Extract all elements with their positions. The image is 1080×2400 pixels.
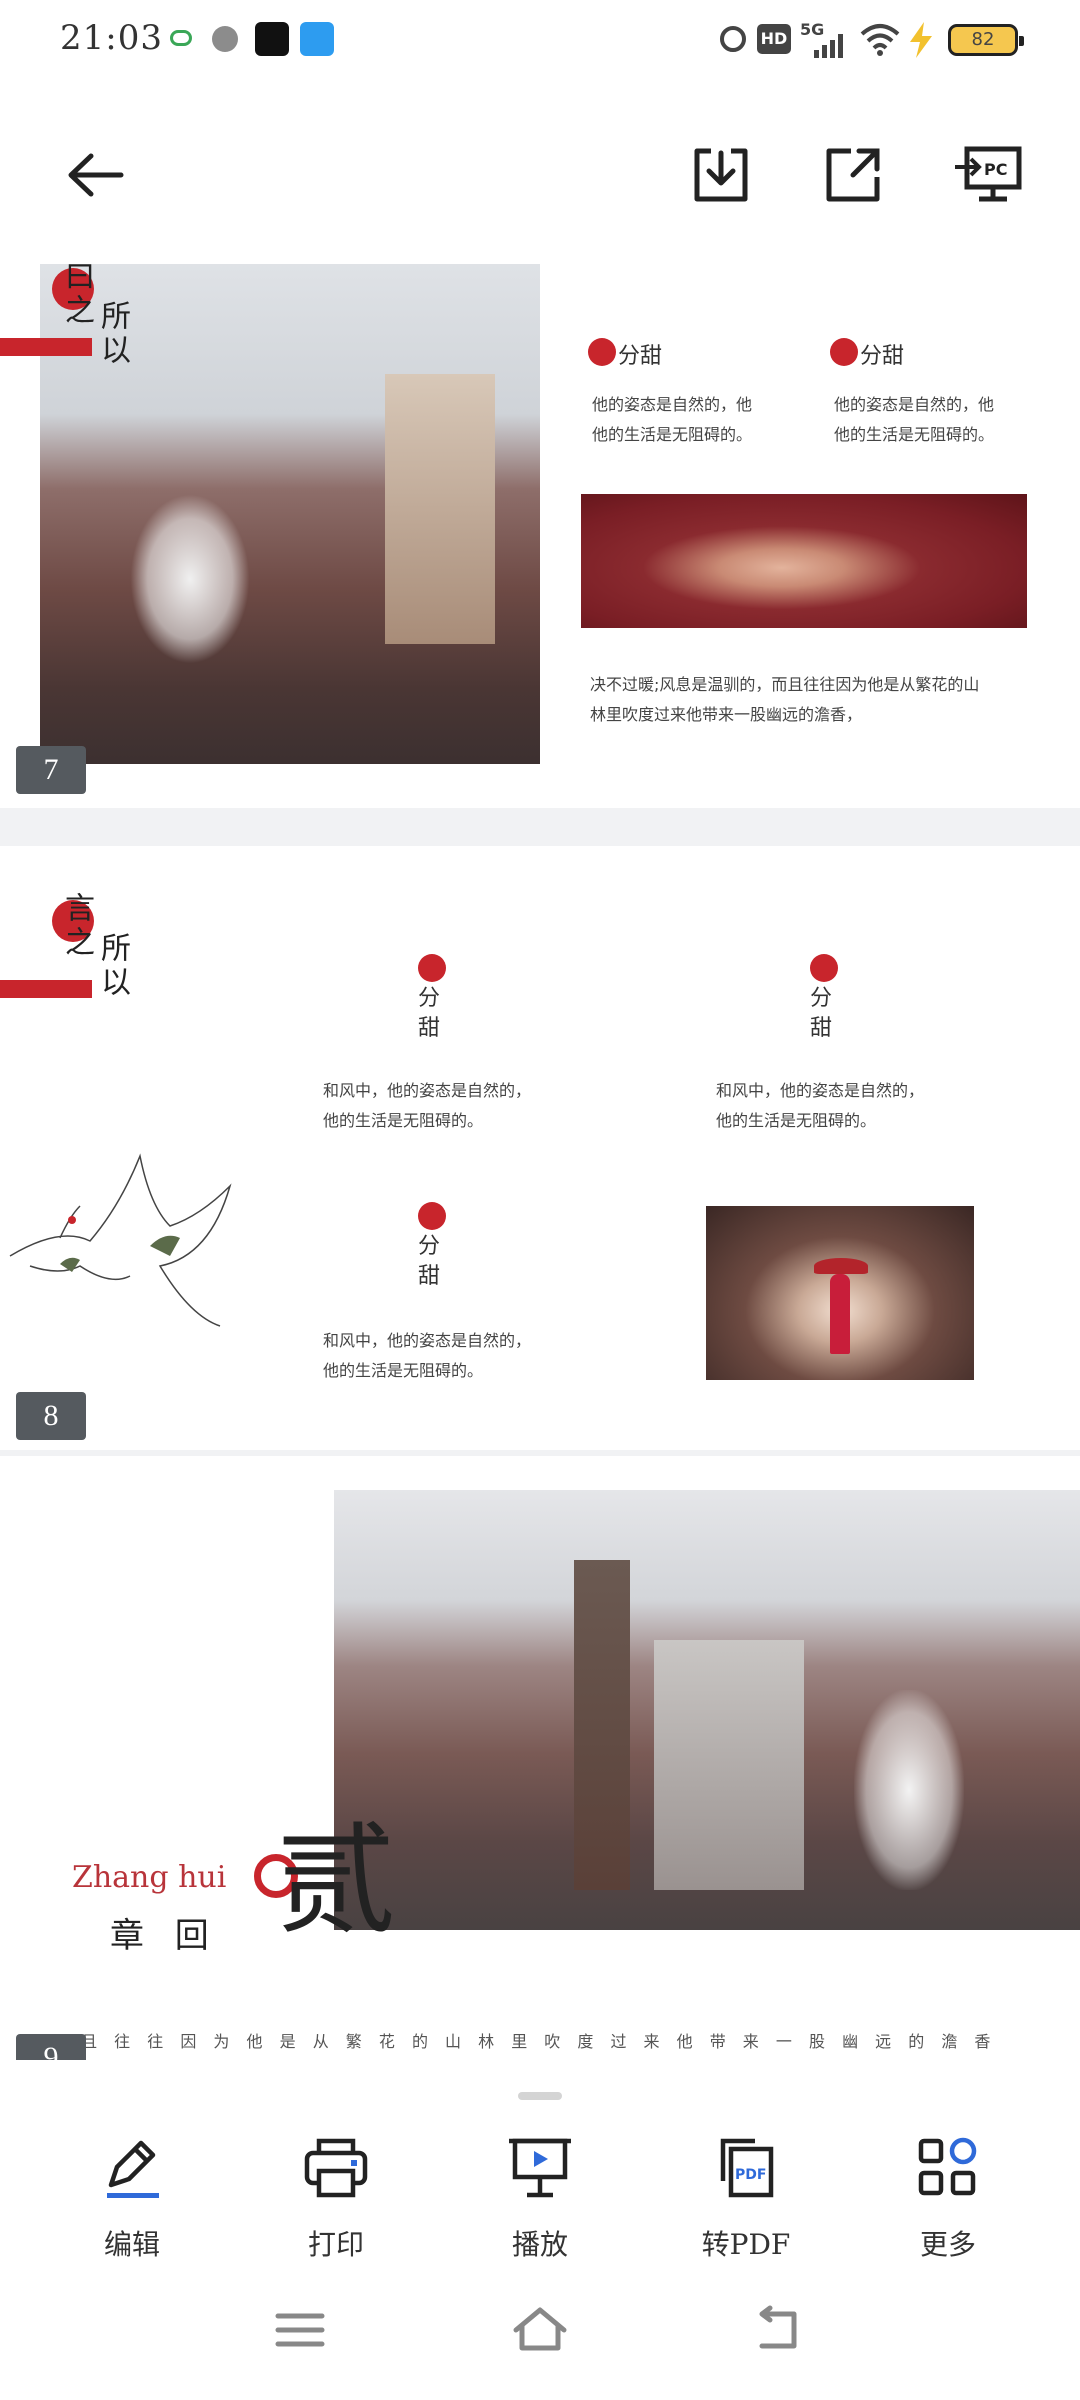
building-tower [574,1560,630,1890]
slide-8[interactable]: 言之 所以 分甜 和风中，他的姿态是自然的， 他的生活是无阻碍的。 分甜 和风中… [0,846,1080,1450]
menu-nav-icon[interactable] [270,2300,330,2360]
building-tower [385,374,495,644]
red-dot [418,1202,446,1230]
item-text: 和风中，他的姿态是自然的， 他的生活是无阻碍的。 [716,1076,924,1136]
convert-pdf-label: 转PDF [701,2228,791,2261]
cast-to-pc-button[interactable]: PC [948,140,1028,210]
red-dot [830,338,858,366]
wifi-icon [860,24,900,56]
home-nav-icon[interactable] [510,2300,570,2360]
steam-cloud [854,1690,964,1890]
message-icon [300,22,334,56]
hands-photo [581,494,1027,628]
vertical-title-b: 所以 [95,932,130,1000]
pdf-icon: PDF [720,2138,774,2198]
item-text-line: 和风中，他的姿态是自然的， [323,1081,532,1100]
print-button[interactable]: 打印 [266,2135,406,2263]
signal-icon: 5G [800,20,850,60]
item-text: 和风中，他的姿态是自然的， 他的生活是无阻碍的。 [323,1326,531,1386]
charging-icon [910,22,932,58]
printer-icon [304,2138,368,2198]
steam-cloud [130,494,250,664]
slide-9[interactable]: Zhang hui 章 回 贰 而 且 往 往 因 为 他 是 从 繁 花 的 … [0,1456,1080,2060]
edit-button[interactable]: 编辑 [62,2135,202,2263]
item-text-line: 他的生活是无阻碍的。 [834,425,995,444]
item-text: 他的姿态是自然的，他 他的生活是无阻碍的。 [592,390,752,450]
edit-label: 编辑 [103,2228,160,2261]
slide-7[interactable]: 曰之 所以 分甜 他的姿态是自然的，他 他的生活是无阻碍的。 分甜 他的姿态是自… [0,260,1080,808]
item-title: 分甜 [418,1234,441,1289]
item-text-line: 他的生活是无阻碍的。 [716,1111,877,1130]
item-title: 分甜 [418,986,441,1041]
presentation-icon [509,2138,571,2198]
item-title: 分甜 [860,344,905,369]
grid-more-icon [918,2137,977,2196]
item-text-line: 和风中，他的姿态是自然的， [323,1331,532,1350]
item-text-line: 他的生活是无阻碍的。 [592,425,753,444]
red-dot [418,954,446,982]
item-title: 分甜 [810,986,833,1041]
umbrella-shape [814,1258,868,1274]
page-number: 7 [16,746,86,794]
top-toolbar [0,80,1080,260]
paragraph: 决不过暖;风息是温驯的，而且往往因为他是从繁花的山 林里吹度过来他带来一股幽远的… [590,670,979,730]
item-text: 他的姿态是自然的，他 他的生活是无阻碍的。 [834,390,994,450]
red-bar [0,980,92,998]
paragraph-line: 决不过暖;风息是温驯的，而且往往因为他是从繁花的山 [590,675,980,694]
bottom-line: 而 且 往 往 因 为 他 是 从 繁 花 的 山 林 里 吹 度 过 来 他 … [48,2032,997,2051]
building-block [654,1640,804,1890]
item-text-line: 和风中，他的姿态是自然的， [716,1081,925,1100]
red-dot [810,954,838,982]
red-bar [0,338,92,356]
red-dot [588,338,616,366]
svg-text:PDF: PDF [735,2167,766,2183]
back-nav-icon[interactable] [748,2300,808,2360]
drag-handle[interactable] [518,2092,562,2100]
record-icon [212,26,238,52]
item-text-line: 他的生活是无阻碍的。 [323,1361,484,1380]
status-bar: 21:03 HD 5G 82 [0,0,1080,80]
share-button[interactable] [818,140,888,210]
convert-pdf-button[interactable]: PDF 转PDF [676,2135,816,2263]
back-button[interactable] [60,140,130,210]
tiktok-icon [255,22,289,56]
big-character: 贰 [276,1812,396,1951]
monk-figure [830,1274,850,1354]
pc-icon: PC [955,146,1022,202]
paragraph-line: 林里吹度过来他带来一股幽远的澹香， [590,705,863,724]
item-text: 和风中，他的姿态是自然的， 他的生活是无阻碍的。 [323,1076,531,1136]
skyline-photo [334,1490,1080,1930]
play-label: 播放 [511,2228,568,2261]
name-chinese: 章 回 [110,1916,219,1956]
status-time: 21:03 [60,18,163,58]
item-text-line: 他的生活是无阻碍的。 [323,1111,484,1130]
more-label: 更多 [919,2228,976,2261]
app-notification-icon [170,30,192,46]
play-button[interactable]: 播放 [470,2135,610,2263]
hd-icon: HD [757,24,791,54]
back-arrow-icon [68,153,124,197]
download-button[interactable] [686,140,756,210]
page-number: 8 [16,1392,86,1440]
print-label: 打印 [307,2228,364,2261]
pencil-icon [107,2140,159,2198]
download-icon [694,148,748,202]
page-number: 9 [16,2034,86,2060]
monk-photo [706,1206,974,1380]
share-icon [826,148,880,202]
item-text-line: 他的姿态是自然的，他 [834,395,995,414]
item-title: 分甜 [618,344,663,369]
item-text-line: 他的姿态是自然的，他 [592,395,753,414]
alarm-icon [720,26,746,52]
more-button[interactable]: 更多 [878,2135,1018,2263]
vertical-title-b: 所以 [95,300,130,368]
svg-text:PC: PC [984,160,1007,179]
battery-icon: 82 [948,24,1024,56]
cranes-illustration [9,1153,232,1327]
name-english: Zhang hui [72,1860,227,1895]
